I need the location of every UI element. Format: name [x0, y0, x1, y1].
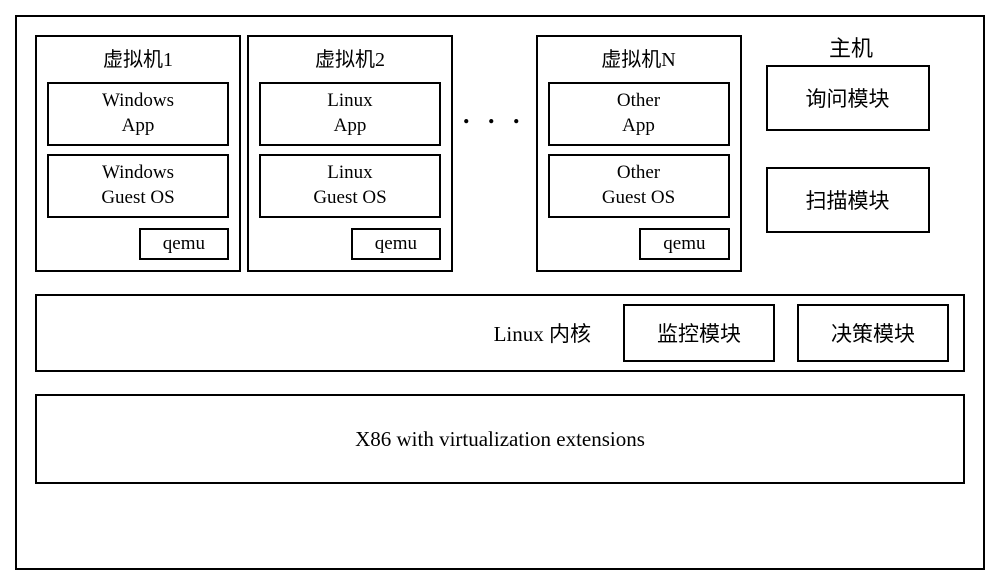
vm-guest-box: WindowsGuest OS: [47, 154, 229, 218]
kernel-row: Linux 内核 监控模块 决策模块: [35, 294, 965, 372]
qemu-row: qemu: [259, 228, 441, 260]
qemu-row: qemu: [548, 228, 730, 260]
vm-title: 虚拟机N: [548, 43, 730, 72]
qemu-box: qemu: [139, 228, 229, 260]
vm-box-n: 虚拟机N OtherApp OtherGuest OS qemu: [536, 35, 742, 272]
vm-guest-label: OtherGuest OS: [602, 161, 675, 210]
vm-app-label: LinuxApp: [327, 89, 372, 138]
vm-guest-box: LinuxGuest OS: [259, 154, 441, 218]
kernel-label: Linux 内核: [494, 318, 591, 348]
vm-app-box: LinuxApp: [259, 82, 441, 146]
qemu-row: qemu: [47, 228, 229, 260]
vm-row: 虚拟机1 WindowsApp WindowsGuest OS qemu 虚拟机…: [35, 35, 965, 272]
vm-app-box: OtherApp: [548, 82, 730, 146]
host-title: 主机: [829, 31, 873, 63]
vm-app-label: WindowsApp: [102, 89, 174, 138]
vm-app-box: WindowsApp: [47, 82, 229, 146]
hardware-row: X86 with virtualization extensions: [35, 394, 965, 484]
host-modules-column: 询问模块 扫描模块: [766, 65, 930, 233]
vm-guest-label: LinuxGuest OS: [313, 161, 386, 210]
query-module-box: 询问模块: [766, 65, 930, 131]
vm-box-1: 虚拟机1 WindowsApp WindowsGuest OS qemu: [35, 35, 241, 272]
ellipsis-label: . . .: [459, 35, 530, 195]
vm-title: 虚拟机2: [259, 43, 441, 72]
vm-guest-box: OtherGuest OS: [548, 154, 730, 218]
vm-box-2: 虚拟机2 LinuxApp LinuxGuest OS qemu: [247, 35, 453, 272]
host-container: 主机 虚拟机1 WindowsApp WindowsGuest OS qemu …: [15, 15, 985, 570]
qemu-box: qemu: [351, 228, 441, 260]
vm-title: 虚拟机1: [47, 43, 229, 72]
monitor-module-box: 监控模块: [623, 304, 775, 362]
hardware-label: X86 with virtualization extensions: [355, 427, 645, 452]
vm-app-label: OtherApp: [617, 89, 660, 138]
scan-module-box: 扫描模块: [766, 167, 930, 233]
qemu-box: qemu: [639, 228, 729, 260]
vm-guest-label: WindowsGuest OS: [101, 161, 174, 210]
decision-module-box: 决策模块: [797, 304, 949, 362]
